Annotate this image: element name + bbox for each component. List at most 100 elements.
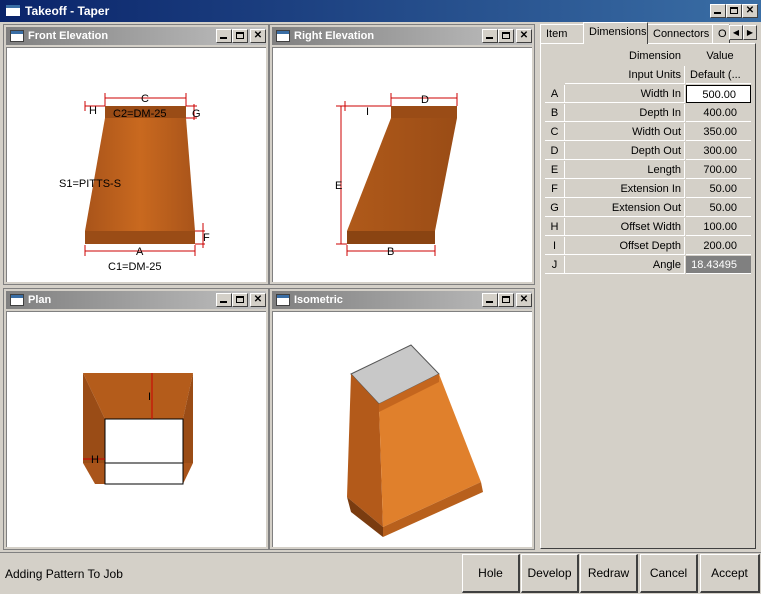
front-elevation-titlebar: Front Elevation ✕ — [6, 27, 266, 45]
row-letter: I — [545, 237, 565, 255]
plan-canvas[interactable]: I H — [6, 311, 266, 547]
minimize-icon — [714, 12, 721, 14]
front-bottom-collar — [85, 231, 195, 244]
pane-maximize-button[interactable] — [232, 293, 248, 307]
row-value[interactable]: 50.00 — [686, 180, 751, 198]
dim-label-f: F — [203, 232, 210, 244]
dim-label-c: C — [141, 93, 149, 105]
row-value-input[interactable]: 500.00 — [686, 85, 751, 103]
right-elevation-pane: Right Elevation ✕ D I E B — [269, 24, 535, 285]
pane-title: Right Elevation — [294, 30, 375, 42]
row-letter: H — [545, 218, 565, 236]
dim-label-d: D — [421, 94, 429, 106]
isometric-canvas[interactable] — [272, 311, 532, 547]
right-elevation-canvas[interactable]: D I E B — [272, 47, 532, 282]
bottom-bar: Adding Pattern To Job Hole Develop Redra… — [0, 552, 761, 594]
pane-close-button[interactable]: ✕ — [516, 293, 532, 307]
row-dimension-name: Width Out — [565, 123, 685, 141]
hole-button[interactable]: Hole — [462, 554, 520, 593]
plan-titlebar: Plan ✕ — [6, 291, 266, 309]
tab-other[interactable]: O — [712, 24, 730, 43]
tab-connectors[interactable]: Connectors — [647, 24, 713, 43]
minimize-icon — [486, 37, 493, 39]
dimensions-grid: Dimension Value Input Units Default (...… — [540, 43, 756, 549]
develop-button[interactable]: Develop — [521, 554, 579, 593]
column-header-value: Value — [706, 50, 734, 62]
row-value[interactable]: 400.00 — [686, 104, 751, 122]
close-icon: ✕ — [253, 30, 263, 41]
row-dimension-name: Offset Depth — [565, 237, 685, 255]
tab-dimensions[interactable]: Dimensions — [583, 22, 648, 44]
row-value[interactable]: 18.43495 — [686, 256, 751, 274]
pane-close-button[interactable]: ✕ — [516, 29, 532, 43]
pane-maximize-button[interactable] — [232, 29, 248, 43]
front-elevation-canvas[interactable]: C H C2=DM-25 G S1=PITTS-S F A C1=DM-25 — [6, 47, 266, 282]
properties-panel: Item Dimensions Connectors O ◀ ▶ Dimensi… — [537, 22, 759, 550]
pane-title: Plan — [28, 294, 52, 306]
pane-maximize-button[interactable] — [498, 29, 514, 43]
row-value[interactable]: 350.00 — [686, 123, 751, 141]
maximize-icon — [236, 296, 244, 303]
pane-minimize-button[interactable] — [216, 293, 232, 307]
pane-icon — [276, 294, 290, 306]
accept-button[interactable]: Accept — [700, 554, 760, 593]
pane-icon — [276, 30, 290, 42]
window-titlebar: Takeoff - Taper ✕ — [0, 0, 761, 22]
pane-minimize-button[interactable] — [216, 29, 232, 43]
pane-minimize-button[interactable] — [482, 293, 498, 307]
row-value[interactable]: 200.00 — [686, 237, 751, 255]
minimize-button[interactable] — [710, 4, 726, 18]
maximize-icon — [236, 32, 244, 39]
row-dimension-name: Depth In — [565, 104, 685, 122]
plan-left-corner — [83, 463, 105, 484]
row-value[interactable]: 700.00 — [686, 161, 751, 179]
tab-scroll-left-button[interactable]: ◀ — [729, 25, 743, 40]
redraw-button[interactable]: Redraw — [580, 554, 638, 593]
seam-label-s1: S1=PITTS-S — [59, 178, 121, 190]
row-dimension-name: Offset Width — [565, 218, 685, 236]
pane-maximize-button[interactable] — [498, 293, 514, 307]
maximize-button[interactable] — [726, 4, 742, 18]
connector-label-c2: C2=DM-25 — [113, 108, 167, 120]
row-letter: G — [545, 199, 565, 217]
row-letter: J — [545, 256, 565, 274]
close-button[interactable]: ✕ — [742, 4, 758, 18]
pane-icon — [10, 30, 24, 42]
minimize-icon — [220, 301, 227, 303]
front-elevation-drawing: C H C2=DM-25 G S1=PITTS-S F A C1=DM-25 — [59, 93, 210, 273]
plan-drawing: I H — [83, 373, 193, 485]
right-top-collar — [391, 106, 457, 118]
plan-right-corner — [183, 463, 193, 484]
maximize-icon — [730, 7, 738, 14]
front-elevation-pane: Front Elevation ✕ C H C2=DM-25 G S1=PITT… — [3, 24, 269, 285]
row-value[interactable]: 100.00 — [686, 218, 751, 236]
row-value[interactable]: 300.00 — [686, 142, 751, 160]
row-dimension-name: Angle — [565, 256, 685, 274]
dim-label-h: H — [91, 454, 99, 466]
right-elevation-drawing: D I E B — [335, 93, 458, 258]
tab-scroll-right-button[interactable]: ▶ — [743, 25, 757, 40]
pane-close-button[interactable]: ✕ — [250, 29, 266, 43]
row-letter: E — [545, 161, 565, 179]
input-units-value[interactable]: Default (... — [686, 66, 751, 84]
isometric-titlebar: Isometric ✕ — [272, 291, 532, 309]
pane-minimize-button[interactable] — [482, 29, 498, 43]
plan-pane: Plan ✕ I H — [3, 288, 269, 550]
row-letter: F — [545, 180, 565, 198]
pane-close-button[interactable]: ✕ — [250, 293, 266, 307]
isometric-drawing — [347, 344, 483, 537]
column-header-dimension: Dimension — [629, 50, 681, 62]
app-icon — [5, 4, 21, 17]
tab-item[interactable]: Item — [540, 24, 584, 43]
dim-label-i: I — [366, 106, 369, 118]
row-value[interactable]: 50.00 — [686, 199, 751, 217]
pane-title: Isometric — [294, 294, 343, 306]
dim-label-i: I — [148, 391, 151, 403]
arrow-left-icon: ◀ — [732, 28, 740, 37]
row-letter: B — [545, 104, 565, 122]
cancel-button[interactable]: Cancel — [640, 554, 698, 593]
dim-label-b: B — [387, 246, 394, 258]
row-dimension-name: Length — [565, 161, 685, 179]
dim-label-g: G — [192, 108, 201, 120]
row-dimension-name: Width In — [565, 85, 685, 103]
